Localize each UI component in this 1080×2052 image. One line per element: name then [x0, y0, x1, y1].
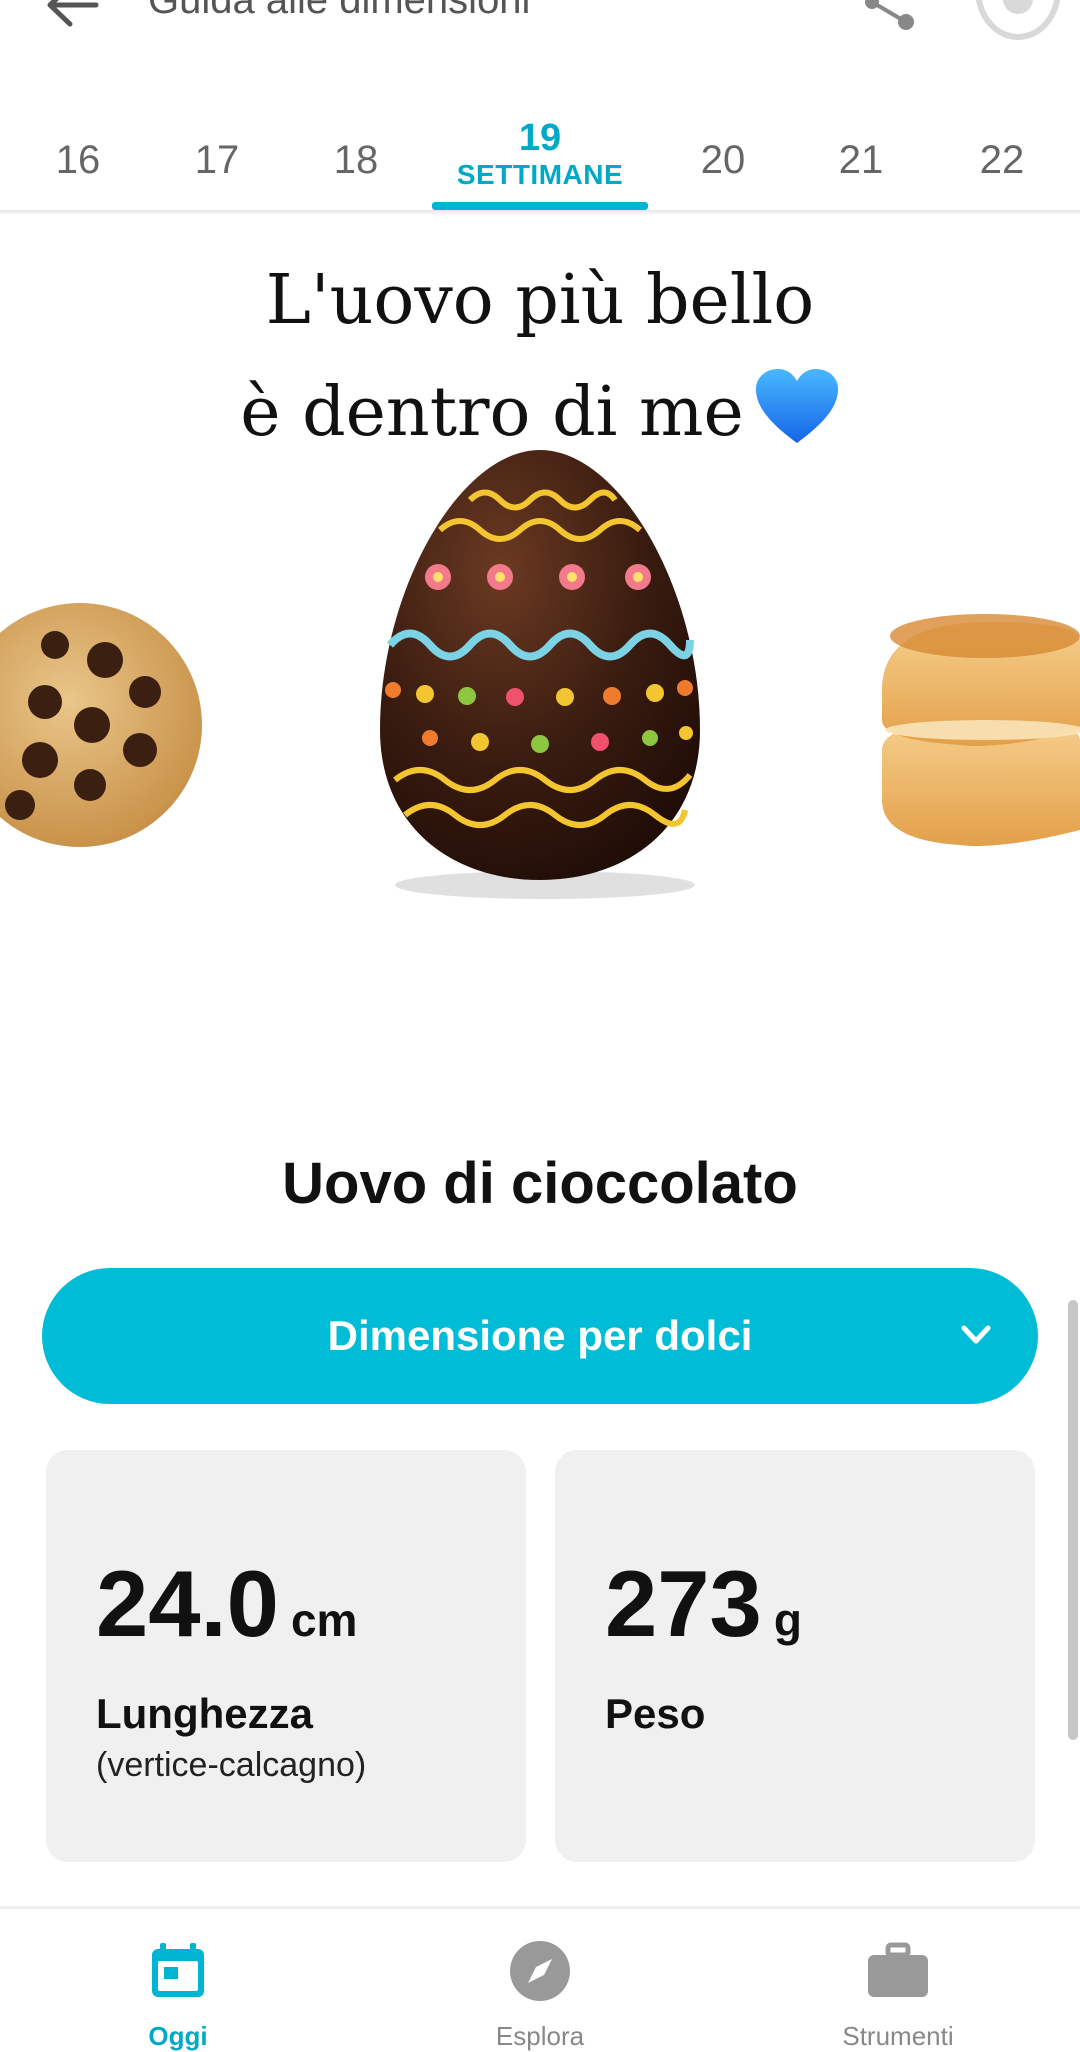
week-tab-21[interactable]: 21: [801, 138, 921, 183]
week-tab-18[interactable]: 18: [296, 138, 416, 183]
week-selector: 16 17 18 19 SETTIMANE 20 21 22: [0, 110, 1080, 210]
week-tab-16[interactable]: 16: [18, 138, 138, 183]
chevron-down-icon: [961, 1325, 991, 1344]
active-week-label: SETTIMANE: [456, 159, 624, 190]
share-icon[interactable]: [862, 0, 918, 32]
app-header: Guida alle dimensioni: [0, 0, 1080, 60]
length-value: 24.0 cm: [96, 1550, 357, 1658]
length-unit: cm: [290, 1594, 358, 1646]
page-title: Guida alle dimensioni: [148, 0, 531, 22]
pancakes-image: [882, 614, 1080, 846]
scrollbar[interactable]: [1068, 1300, 1078, 1740]
hero-caption: L'uovo più bello è dentro di me: [0, 245, 1080, 469]
back-arrow-icon[interactable]: [40, 0, 100, 30]
chocolate-egg-image: [380, 450, 700, 880]
weight-card: 273 g Peso: [555, 1450, 1035, 1862]
weight-unit: g: [773, 1594, 802, 1646]
week-tab-22[interactable]: 22: [942, 138, 1062, 183]
divider: [0, 210, 1080, 214]
nav-item-esplora[interactable]: Esplora: [440, 1939, 640, 2051]
length-card: 24.0 cm Lunghezza (vertice-calcagno): [46, 1450, 526, 1862]
length-sublabel: (vertice-calcagno): [96, 1746, 367, 1784]
weight-value: 273 g: [605, 1550, 802, 1658]
active-week-number: 19: [518, 117, 562, 159]
item-name: Uovo di cioccolato: [282, 1151, 798, 1216]
weight-number: 273: [605, 1551, 762, 1656]
nav-label-esplora: Esplora: [495, 2021, 585, 2051]
dropdown-label: Dimensione per dolci: [327, 1312, 753, 1359]
active-week-indicator: [432, 202, 648, 210]
weight-label: Peso: [605, 1690, 706, 1737]
week-tab-17[interactable]: 17: [157, 138, 277, 183]
nav-label-oggi: Oggi: [148, 2021, 208, 2051]
bottom-nav: Oggi Esplora Strumenti: [0, 1906, 1080, 2051]
calendar-icon: [152, 1943, 204, 1997]
blue-heart-icon: [755, 369, 838, 443]
week-tab-20[interactable]: 20: [663, 138, 783, 183]
length-label: Lunghezza: [96, 1690, 313, 1737]
week-tab-19-active[interactable]: 19 SETTIMANE: [430, 118, 650, 192]
nav-label-strumenti: Strumenti: [842, 2021, 954, 2051]
length-number: 24.0: [96, 1551, 279, 1656]
size-category-dropdown[interactable]: Dimensione per dolci: [42, 1268, 1038, 1404]
size-comparison-illustration: [0, 450, 1080, 899]
nav-item-strumenti[interactable]: Strumenti: [798, 1939, 998, 2051]
cookie-image: [0, 603, 202, 847]
hero-line-1: L'uovo più bello: [265, 261, 815, 340]
briefcase-icon: [868, 1942, 928, 1997]
avatar-icon[interactable]: [975, 0, 1061, 40]
compass-icon: [510, 1941, 570, 2001]
nav-item-oggi[interactable]: Oggi: [78, 1939, 278, 2051]
